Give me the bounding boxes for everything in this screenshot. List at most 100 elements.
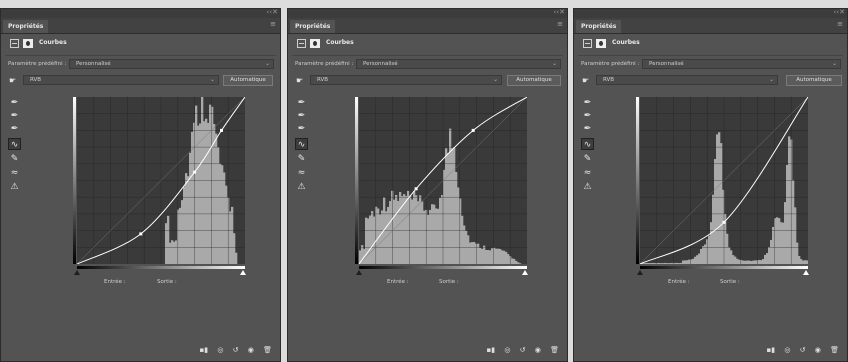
close-icon[interactable]: ✕ bbox=[839, 9, 845, 16]
channel-dropdown[interactable]: RVB ⌄ bbox=[596, 75, 778, 85]
hand-tool-icon[interactable]: ☛ bbox=[296, 76, 303, 85]
eyedropper-black-icon[interactable]: ✒ bbox=[581, 97, 594, 109]
panel-window-bar: ‹‹ ✕ bbox=[1, 9, 280, 18]
eyedropper-gray-icon[interactable]: ✒ bbox=[8, 110, 21, 122]
histogram-bar bbox=[407, 190, 410, 264]
output-label: Sortie : bbox=[439, 279, 459, 285]
histogram-bar bbox=[229, 211, 232, 264]
clip-icon[interactable]: ▪▮ bbox=[199, 346, 208, 354]
visibility-previous-icon[interactable]: ◎ bbox=[784, 346, 790, 354]
panel-window-bar: ‹‹ ✕ bbox=[288, 9, 567, 18]
warning-icon[interactable]: ⚠ bbox=[295, 181, 308, 193]
pencil-icon[interactable]: ✎ bbox=[8, 153, 21, 165]
bottom-toolbar: ▪▮ ◎ ↺ ◉ 🗑 bbox=[759, 346, 839, 355]
close-icon[interactable]: ✕ bbox=[272, 9, 278, 16]
reset-icon[interactable]: ↺ bbox=[233, 346, 239, 354]
menu-icon[interactable]: ≡ bbox=[557, 20, 563, 28]
eye-icon[interactable]: ◉ bbox=[815, 346, 821, 354]
properties-panel-1: ‹‹ ✕ Propriétés ≡ Courbes Paramètre préd… bbox=[0, 8, 281, 362]
auto-button[interactable]: Automatique bbox=[786, 75, 842, 86]
hand-tool-icon[interactable]: ☛ bbox=[9, 76, 16, 85]
eyedropper-white-icon[interactable]: ✒ bbox=[581, 123, 594, 135]
histogram-bar bbox=[503, 250, 506, 264]
menu-icon[interactable]: ≡ bbox=[837, 20, 843, 28]
reset-icon[interactable]: ↺ bbox=[520, 346, 526, 354]
pencil-icon[interactable]: ✎ bbox=[295, 153, 308, 165]
white-point-slider[interactable] bbox=[803, 270, 809, 275]
histogram-bar bbox=[167, 215, 170, 264]
input-label: Entrée : bbox=[104, 279, 126, 285]
pencil-icon[interactable]: ✎ bbox=[581, 153, 594, 165]
black-point-slider[interactable] bbox=[637, 270, 643, 275]
histogram-bar bbox=[463, 225, 466, 264]
histogram-bar bbox=[185, 173, 188, 264]
panel-title: Courbes bbox=[39, 39, 67, 46]
white-point-slider[interactable] bbox=[240, 270, 246, 275]
mask-icon[interactable] bbox=[310, 39, 320, 48]
histogram-bar bbox=[477, 243, 480, 264]
histogram-bar bbox=[421, 201, 424, 264]
eyedropper-gray-icon[interactable]: ✒ bbox=[295, 110, 308, 122]
clip-icon[interactable]: ▪▮ bbox=[766, 346, 775, 354]
visibility-previous-icon[interactable]: ◎ bbox=[504, 346, 510, 354]
histogram-bar bbox=[413, 190, 416, 264]
black-point-slider[interactable] bbox=[74, 270, 80, 275]
histogram-bar bbox=[770, 239, 773, 264]
panel-title: Courbes bbox=[326, 39, 354, 46]
preset-dropdown[interactable]: Personnalisé ⌄ bbox=[356, 59, 561, 69]
curve-edit-icon[interactable]: ∿ bbox=[581, 138, 594, 150]
channel-dropdown[interactable]: RVB ⌄ bbox=[23, 75, 219, 85]
mask-icon[interactable] bbox=[596, 39, 606, 48]
eyedropper-white-icon[interactable]: ✒ bbox=[8, 123, 21, 135]
reset-icon[interactable]: ↺ bbox=[800, 346, 806, 354]
hand-tool-icon[interactable]: ☛ bbox=[582, 76, 589, 85]
histogram-bar bbox=[700, 248, 703, 264]
curve-graph[interactable] bbox=[359, 97, 527, 264]
tab-properties[interactable]: Propriétés bbox=[3, 20, 49, 33]
close-icon[interactable]: ✕ bbox=[559, 9, 565, 16]
white-point-slider[interactable] bbox=[522, 270, 528, 275]
preset-dropdown[interactable]: Personnalisé ⌄ bbox=[69, 59, 274, 69]
smooth-icon[interactable]: ≈ bbox=[581, 167, 594, 179]
tab-properties[interactable]: Propriétés bbox=[576, 20, 622, 33]
trash-icon[interactable]: 🗑 bbox=[550, 346, 559, 354]
eyedropper-black-icon[interactable]: ✒ bbox=[295, 97, 308, 109]
tab-properties[interactable]: Propriétés bbox=[290, 20, 336, 33]
eyedropper-gray-icon[interactable]: ✒ bbox=[581, 110, 594, 122]
chevron-down-icon: ⌄ bbox=[551, 60, 557, 67]
histogram-bar bbox=[678, 263, 681, 264]
histogram-bar bbox=[405, 196, 408, 264]
preset-dropdown[interactable]: Personnalisé ⌄ bbox=[642, 59, 841, 69]
smooth-icon[interactable]: ≈ bbox=[8, 167, 21, 179]
histogram-bar bbox=[694, 256, 697, 264]
histogram-bar bbox=[752, 260, 755, 264]
curve-edit-icon[interactable]: ∿ bbox=[8, 138, 21, 150]
eyedropper-black-icon[interactable]: ✒ bbox=[8, 97, 21, 109]
menu-icon[interactable]: ≡ bbox=[270, 20, 276, 28]
auto-button[interactable]: Automatique bbox=[507, 75, 561, 86]
eye-icon[interactable]: ◉ bbox=[248, 346, 254, 354]
visibility-previous-icon[interactable]: ◎ bbox=[217, 346, 223, 354]
histogram-bar bbox=[782, 222, 785, 264]
warning-icon[interactable]: ⚠ bbox=[581, 181, 594, 193]
eyedropper-white-icon[interactable]: ✒ bbox=[295, 123, 308, 135]
histogram-bar bbox=[762, 259, 765, 264]
smooth-icon[interactable]: ≈ bbox=[295, 167, 308, 179]
auto-button[interactable]: Automatique bbox=[223, 75, 273, 86]
curve-edit-icon[interactable]: ∿ bbox=[295, 138, 308, 150]
black-point-slider[interactable] bbox=[356, 270, 362, 275]
histogram-bar bbox=[173, 241, 176, 264]
trash-icon[interactable]: 🗑 bbox=[263, 346, 272, 354]
trash-icon[interactable]: 🗑 bbox=[830, 346, 839, 354]
histogram-bar bbox=[728, 247, 731, 264]
histogram-bar bbox=[796, 242, 799, 264]
curve-graph[interactable] bbox=[640, 97, 808, 264]
clip-icon[interactable]: ▪▮ bbox=[486, 346, 495, 354]
eye-icon[interactable]: ◉ bbox=[535, 346, 541, 354]
mask-icon[interactable] bbox=[23, 39, 33, 48]
histogram-bar bbox=[734, 256, 737, 264]
histogram-bar bbox=[483, 245, 486, 264]
channel-dropdown[interactable]: RVB ⌄ bbox=[310, 75, 502, 85]
warning-icon[interactable]: ⚠ bbox=[8, 181, 21, 193]
curve-graph[interactable] bbox=[77, 97, 245, 264]
